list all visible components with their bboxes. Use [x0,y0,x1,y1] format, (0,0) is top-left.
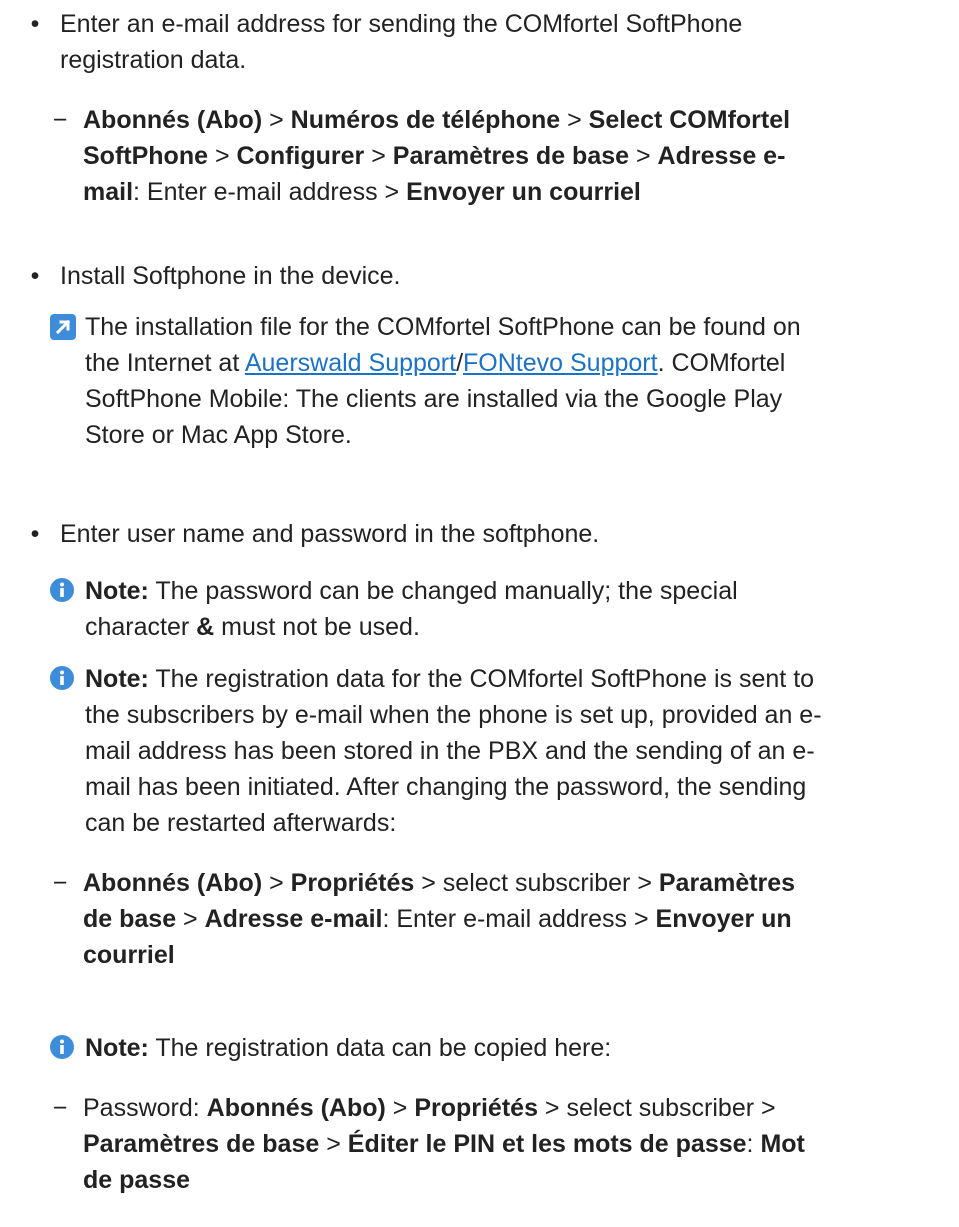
note3-path-line3: de passe [83,1166,191,1194]
note3-line1: Note: The registration data can be copie… [85,1034,612,1062]
note2-line1: Note: The registration data for the COMf… [85,665,815,693]
tip-line2: the Internet at Auerswald Support/FONtev… [85,349,786,377]
note2-line5: can be restarted afterwards: [85,809,397,837]
auerswald-support-link[interactable]: Auerswald Support [245,349,456,377]
item2-text: Install Softphone in the device. [60,262,401,290]
list-bullet: • [30,520,40,548]
list-dash: − [52,869,68,897]
info-icon [50,578,74,602]
item3-text: Enter user name and password in the soft… [60,520,600,548]
external-link-icon [50,314,76,340]
tip-line4: Store or Mac App Store. [85,421,352,449]
item1-path-line3: mail: Enter e-mail address > Envoyer un … [83,178,641,206]
note2-line2: the subscribers by e-mail when the phone… [85,701,822,729]
fontevo-support-link[interactable]: FONtevo Support [463,349,658,377]
item1-path-line1: Abonnés (Abo) > Numéros de téléphone > S… [83,106,791,134]
list-dash: − [52,1094,68,1122]
item1-text-line2: registration data. [60,46,247,74]
note3-path-line1: Password: Abonnés (Abo) > Propriétés > s… [83,1094,776,1122]
note1-line1: Note: The password can be changed manual… [85,577,738,605]
info-icon [50,666,74,690]
info-icon [50,1035,74,1059]
note3-path-line2: Paramètres de base > Éditer le PIN et le… [83,1130,805,1158]
tip-line1: The installation file for the COMfortel … [85,313,801,341]
list-bullet: • [30,262,40,290]
tip-line3: SoftPhone Mobile: The clients are instal… [85,385,783,413]
item1-text-line1: Enter an e-mail address for sending the … [60,10,743,38]
note2-path-line1: Abonnés (Abo) > Propriétés > select subs… [83,869,796,897]
note2-line4: mail has been initiated. After changing … [85,773,807,801]
note2-path-line2: de base > Adresse e-mail: Enter e-mail a… [83,905,792,933]
note2-line3: mail address has been stored in the PBX … [85,737,815,765]
note1-line2: character & must not be used. [85,613,420,641]
list-bullet: • [30,10,40,38]
note2-path-line3: courriel [83,941,175,969]
item1-path-line2: SoftPhone > Configurer > Paramètres de b… [83,142,786,170]
list-dash: − [52,106,68,134]
